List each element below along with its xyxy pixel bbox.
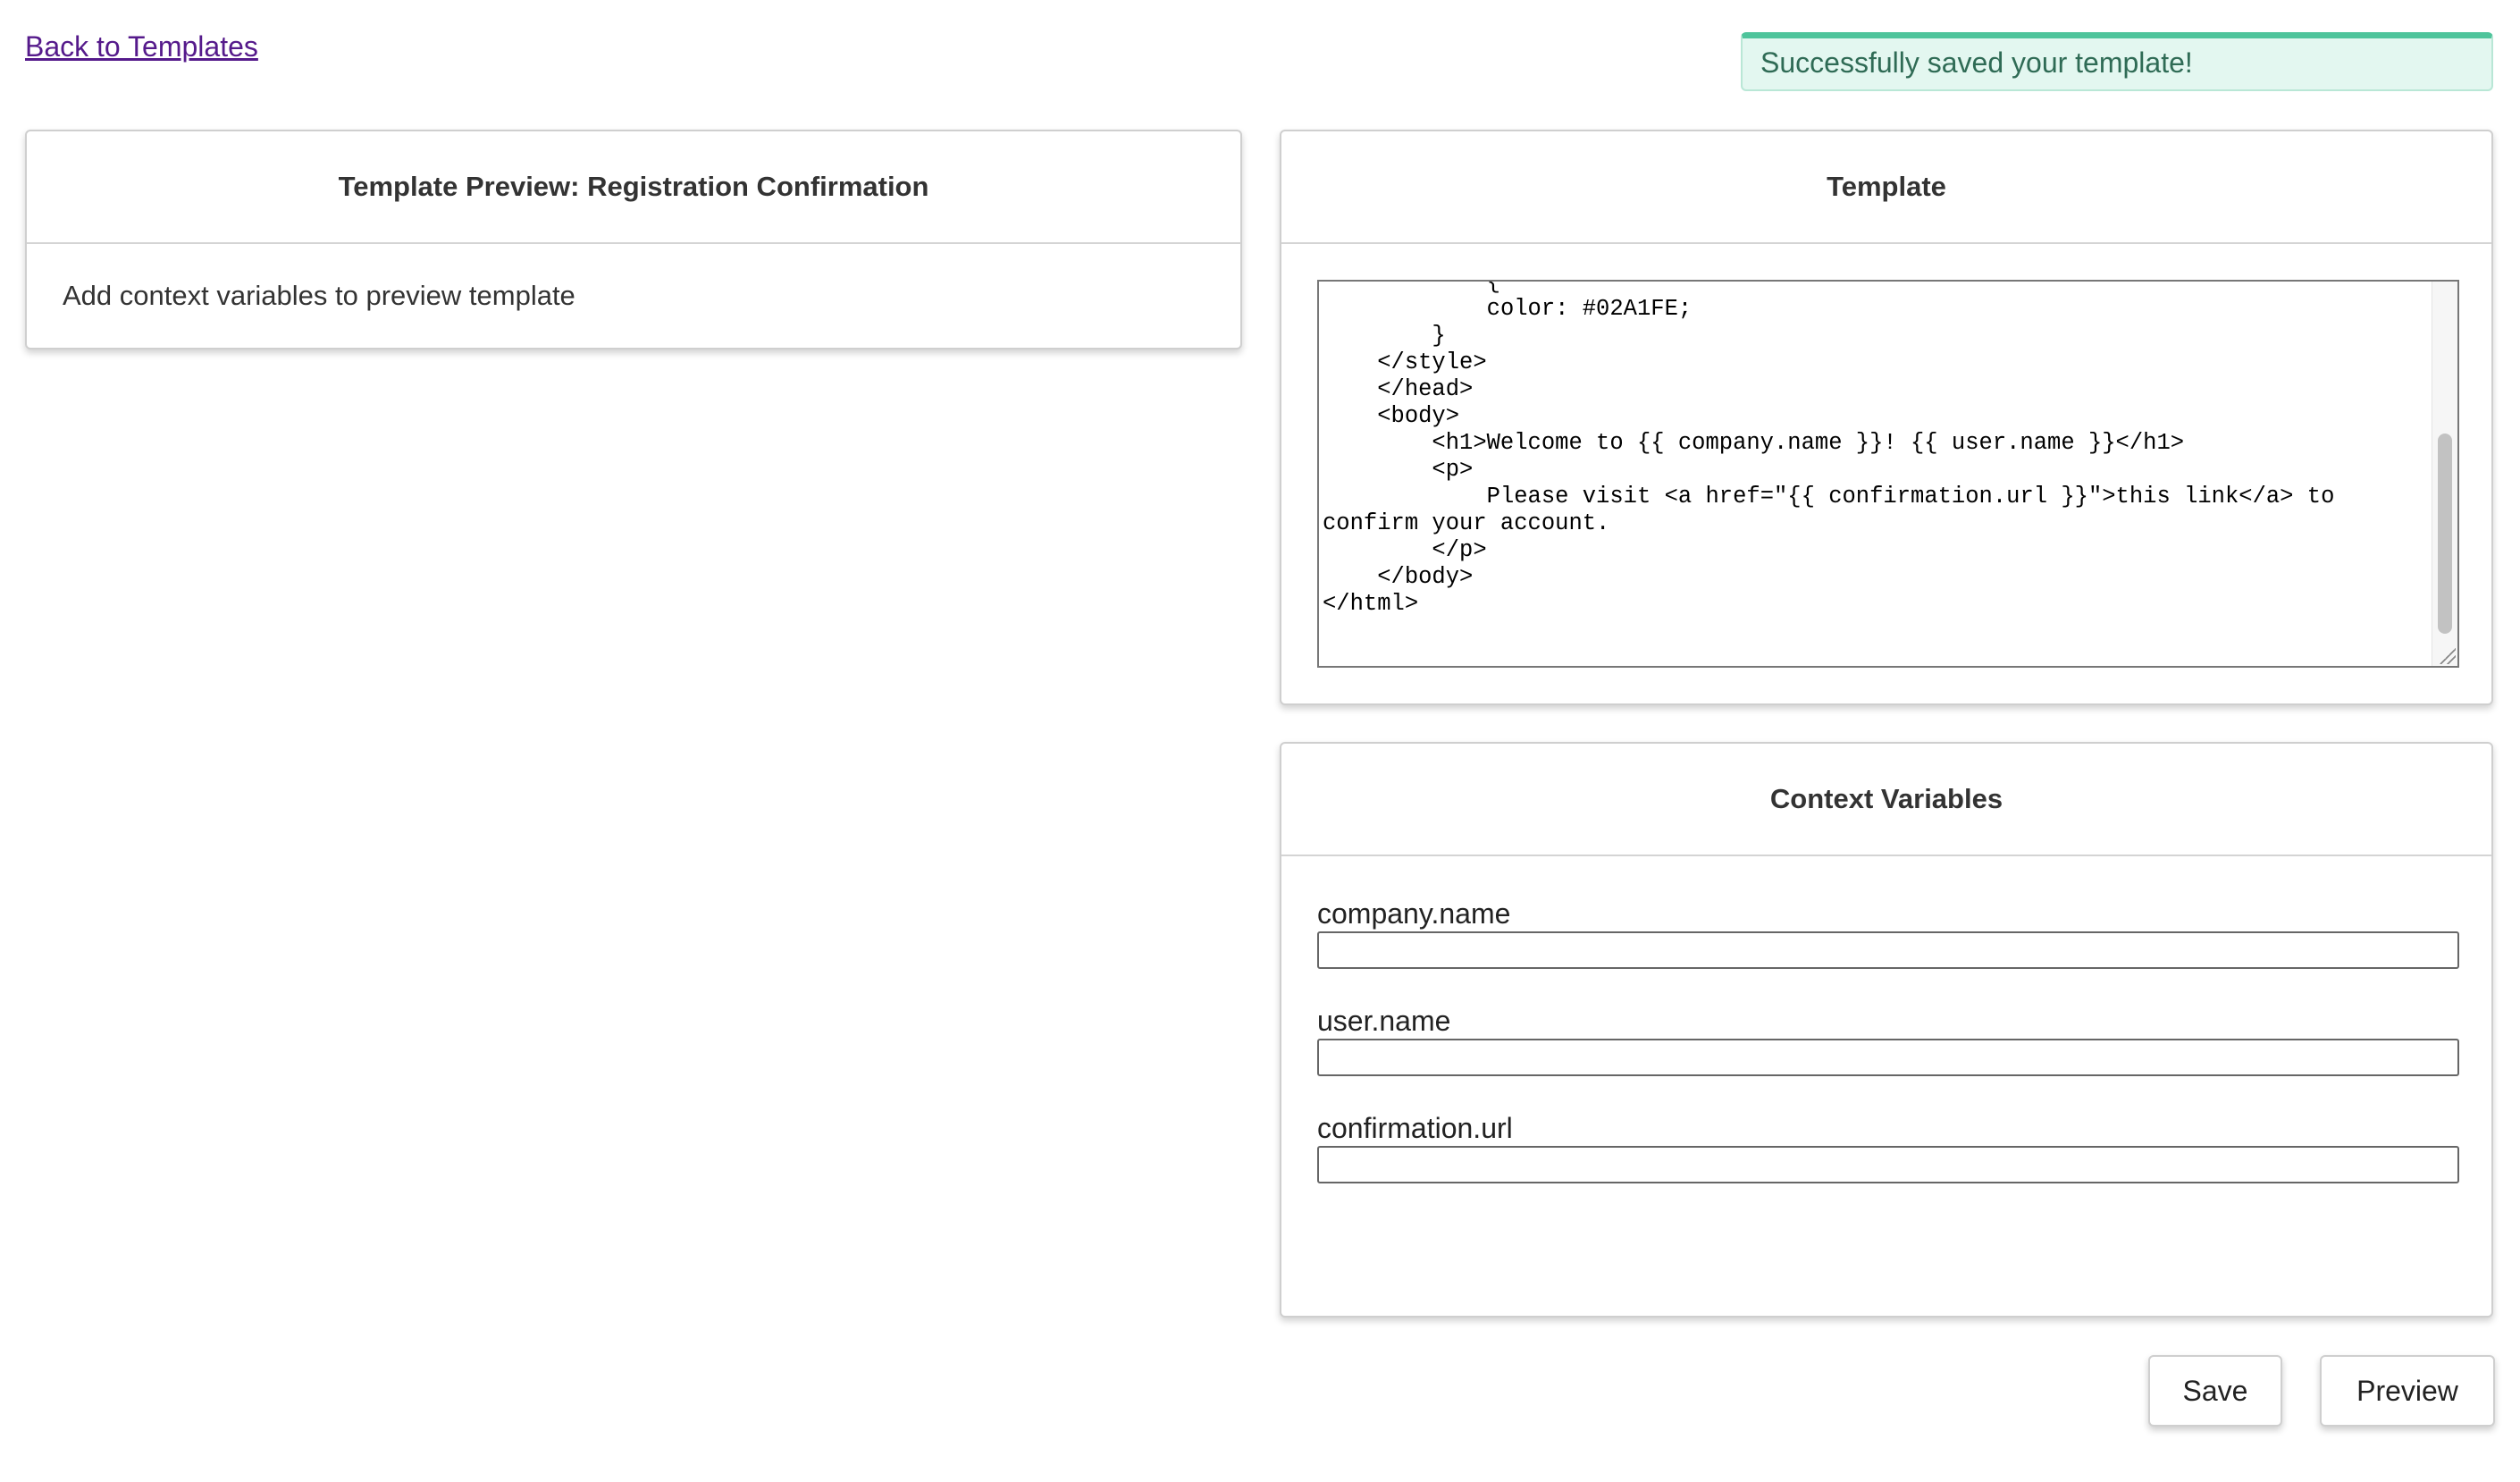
company-name-input[interactable] (1317, 931, 2459, 969)
success-toast: Successfully saved your template! (1741, 32, 2493, 91)
resize-handle-icon[interactable] (2440, 648, 2456, 664)
user-name-input[interactable] (1317, 1039, 2459, 1076)
template-editor-panel: Template { color: #02A1FE; } </style> </… (1280, 130, 2493, 705)
user-name-field: user.name (1317, 1003, 2459, 1076)
company-name-field: company.name (1317, 896, 2459, 969)
template-preview-panel: Template Preview: Registration Confirmat… (25, 130, 1242, 349)
editor-scrollbar[interactable] (2432, 282, 2457, 666)
template-code-editor[interactable]: { color: #02A1FE; } </style> </head> <bo… (1317, 280, 2459, 668)
preview-title: Template Preview: Registration Confirmat… (27, 131, 1240, 244)
editor-scroll-thumb[interactable] (2438, 434, 2452, 634)
template-title: Template (1281, 131, 2491, 244)
save-button[interactable]: Save (2148, 1355, 2282, 1427)
confirmation-url-field: confirmation.url (1317, 1110, 2459, 1183)
template-code-text[interactable]: { color: #02A1FE; } </style> </head> <bo… (1319, 282, 2432, 618)
confirmation-url-label: confirmation.url (1317, 1112, 1513, 1144)
preview-button[interactable]: Preview (2320, 1355, 2495, 1427)
user-name-label: user.name (1317, 1005, 1451, 1037)
company-name-label: company.name (1317, 897, 1511, 930)
context-variables-title: Context Variables (1281, 744, 2491, 856)
context-variables-panel: Context Variables company.name user.name… (1280, 742, 2493, 1318)
back-to-templates-link[interactable]: Back to Templates (25, 30, 258, 63)
confirmation-url-input[interactable] (1317, 1146, 2459, 1183)
preview-placeholder-text: Add context variables to preview templat… (63, 280, 575, 311)
toast-message: Successfully saved your template! (1760, 46, 2193, 79)
